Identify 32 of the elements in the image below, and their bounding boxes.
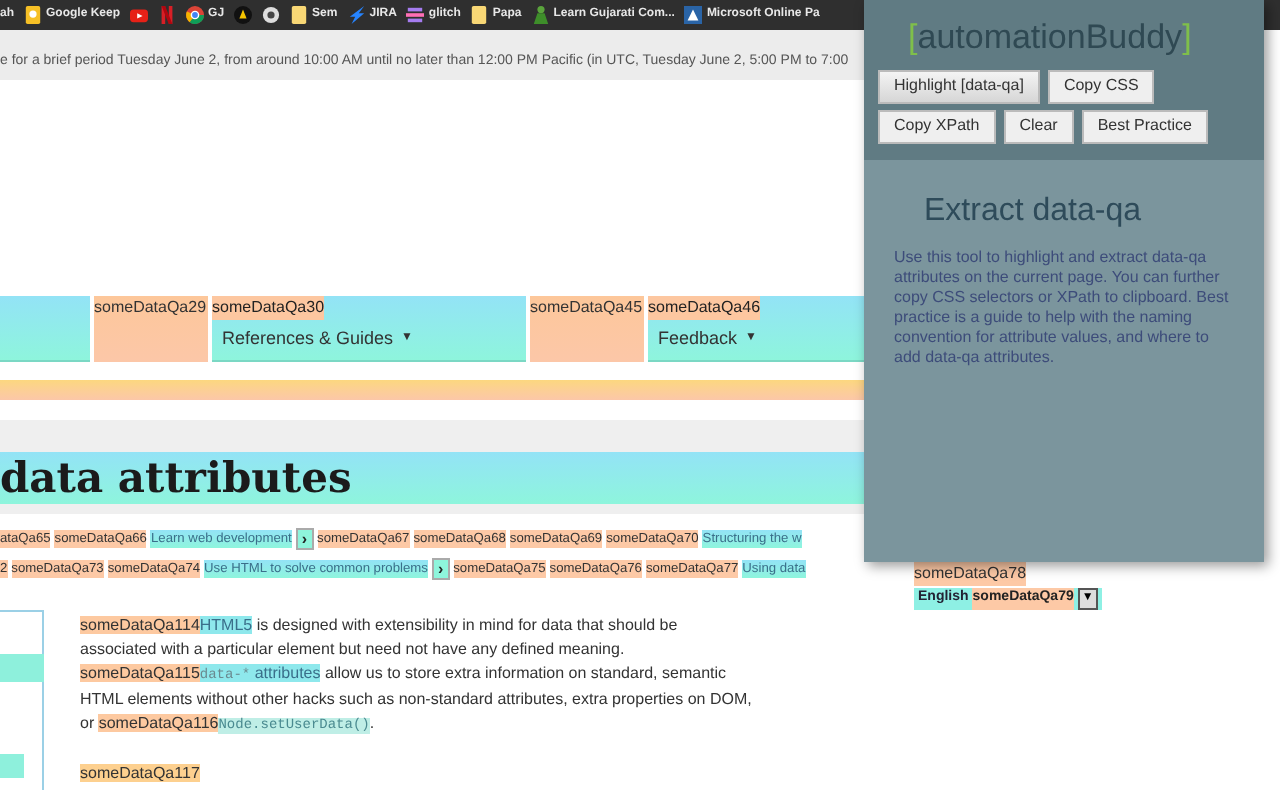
panel-button[interactable]: Highlight [data-qa] bbox=[878, 69, 1040, 103]
qa-tag: someDataQa30 bbox=[212, 296, 325, 320]
qa-tag: someDataQa46 bbox=[648, 296, 761, 320]
figure-icon[interactable] bbox=[531, 6, 550, 24]
panel-heading: Extract data-qa bbox=[922, 192, 1143, 232]
chevron-button[interactable]: › bbox=[431, 558, 450, 580]
folder-icon[interactable] bbox=[290, 6, 309, 24]
qa-tag: someDataQa78 bbox=[914, 562, 1027, 586]
bulb-icon[interactable] bbox=[24, 6, 43, 24]
wheel-icon[interactable] bbox=[186, 6, 205, 24]
html5-link[interactable]: HTML5 bbox=[199, 616, 253, 634]
stripes-icon[interactable] bbox=[406, 6, 425, 24]
qa-tag: someDataQa116 bbox=[98, 714, 219, 732]
ribbon-icon[interactable] bbox=[158, 6, 177, 24]
play-icon[interactable] bbox=[130, 6, 149, 24]
circle-icon[interactable] bbox=[234, 6, 253, 24]
nav-menu-link[interactable]: Feedback bbox=[658, 326, 738, 353]
tile-icon[interactable] bbox=[684, 6, 703, 24]
page-heading: data attributes bbox=[0, 450, 352, 507]
qa-tag: someDataQa115 bbox=[80, 664, 200, 682]
nav-item[interactable]: someDataQa45 bbox=[530, 296, 644, 362]
qa-tag: someDataQa114 bbox=[80, 616, 200, 634]
qa-tag: someDataQa117 bbox=[80, 764, 200, 782]
nav-menu-link[interactable]: References & Guides bbox=[222, 326, 394, 353]
panel-button[interactable]: Copy XPath bbox=[878, 109, 996, 143]
nav-item[interactable]: someDataQa29 bbox=[94, 296, 208, 362]
folder-icon[interactable] bbox=[470, 6, 489, 24]
panel-button[interactable]: Clear bbox=[1003, 109, 1074, 143]
panel-description: Use this tool to highlight and extract data-qa attributes on the current page. You can further copy CSS selectors or XPath to clipboard. Best practice is a guide to help with the naming convention for attribute values, and where to add data-qa attributes. bbox=[894, 248, 1231, 368]
panel-button[interactable]: Copy CSS bbox=[1047, 69, 1155, 103]
panel-button[interactable]: Best Practice bbox=[1081, 109, 1208, 143]
chevron-button[interactable]: › bbox=[295, 528, 314, 550]
